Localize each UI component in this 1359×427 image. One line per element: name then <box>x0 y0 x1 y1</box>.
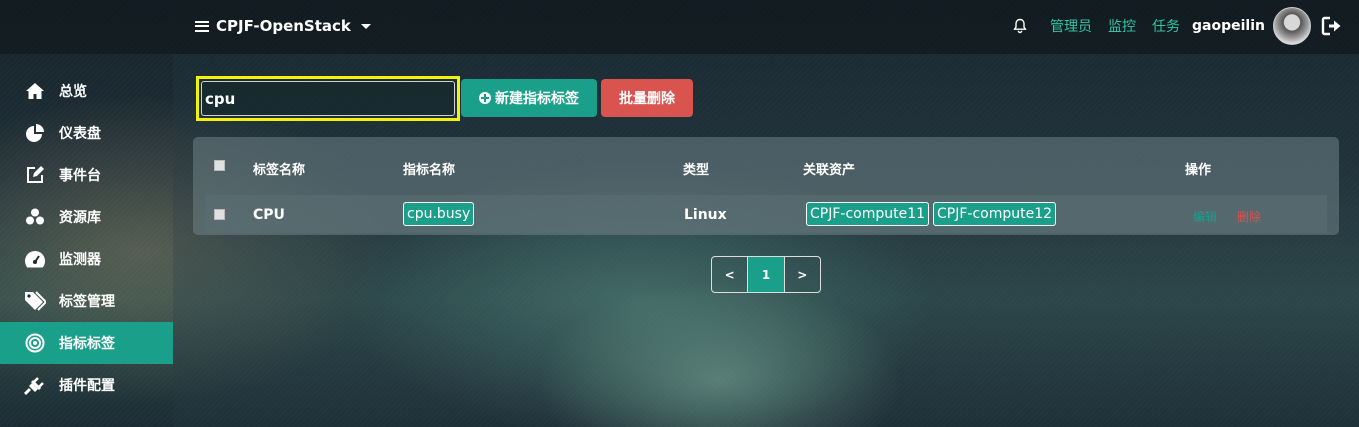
search-input[interactable] <box>201 81 455 116</box>
batch-delete-button[interactable]: 批量删除 <box>601 79 693 117</box>
home-icon <box>24 81 46 101</box>
sidebar-item-label: 监测器 <box>59 252 101 268</box>
project-switcher[interactable]: CPJF-OpenStack <box>195 16 371 36</box>
new-metric-tag-button[interactable]: 新建指标标签 <box>461 79 597 117</box>
username[interactable]: gaopeilin <box>1192 18 1265 34</box>
table-row <box>205 195 1327 233</box>
cubes-icon <box>24 207 46 227</box>
sidebar-item-label: 资源库 <box>59 210 101 226</box>
sidebar-item-monitors[interactable]: 监测器 <box>0 238 173 280</box>
edit-icon <box>24 165 46 185</box>
sidebar-item-label: 标签管理 <box>59 294 115 310</box>
asset-tag[interactable]: CPJF-compute12 <box>933 202 1057 226</box>
sidebar-item-tag-management[interactable]: 标签管理 <box>0 280 173 322</box>
new-button-label: 新建指标标签 <box>495 91 579 107</box>
sidebar-item-label: 总览 <box>59 84 87 100</box>
metric-tag-table: 标签名称 指标名称 类型 关联资产 操作 CPU cpu.busy Linux … <box>193 137 1339 235</box>
sidebar-item-label: 指标标签 <box>59 336 115 352</box>
sidebar-item-overview[interactable]: 总览 <box>0 70 173 112</box>
caret-down-icon <box>360 23 371 29</box>
cell-tag-name: CPU <box>253 207 285 223</box>
sidebar-item-dashboard[interactable]: 仪表盘 <box>0 112 173 154</box>
select-all-checkbox[interactable] <box>214 160 225 171</box>
list-icon <box>195 20 209 32</box>
delete-link[interactable]: 删除 <box>1237 208 1261 225</box>
top-navbar: CPJF-OpenStack 管理员 监控 任务 gaopeilin <box>0 0 1359 54</box>
admin-link[interactable]: 管理员 <box>1050 16 1092 36</box>
sidebar-item-plugins[interactable]: 插件配置 <box>0 364 173 406</box>
column-header-metric: 指标名称 <box>403 163 456 178</box>
pie-chart-icon <box>24 123 46 143</box>
sidebar-item-metric-tags[interactable]: 指标标签 <box>0 322 173 364</box>
bullseye-icon <box>24 333 46 353</box>
sidebar-item-label: 事件台 <box>59 168 101 184</box>
plus-circle-icon <box>479 92 491 104</box>
row-checkbox[interactable] <box>214 209 225 220</box>
cell-type: Linux <box>684 207 727 223</box>
column-header-tag-name: 标签名称 <box>253 163 306 178</box>
pagination-prev-button[interactable]: < <box>712 257 749 292</box>
tasks-link[interactable]: 任务 <box>1152 16 1180 36</box>
bell-icon[interactable] <box>1012 18 1028 34</box>
tags-icon <box>24 291 46 311</box>
logout-icon[interactable] <box>1321 16 1343 36</box>
avatar[interactable] <box>1273 7 1311 45</box>
column-header-assets: 关联资产 <box>803 163 856 178</box>
pagination-page-button[interactable]: 1 <box>748 257 785 292</box>
sidebar-item-label: 仪表盘 <box>59 126 101 142</box>
dashboard-icon <box>24 249 46 269</box>
search-highlight <box>196 76 460 121</box>
sidebar: 总览 仪表盘 事件台 资源库 监测器 标签管理 指标标签 插件配置 <box>0 70 173 406</box>
metric-tag[interactable]: cpu.busy <box>403 202 475 226</box>
project-name: CPJF-OpenStack <box>216 17 351 35</box>
sidebar-item-events[interactable]: 事件台 <box>0 154 173 196</box>
monitor-link[interactable]: 监控 <box>1108 16 1136 36</box>
asset-tag[interactable]: CPJF-compute11 <box>806 202 930 226</box>
column-header-type: 类型 <box>683 163 710 178</box>
sidebar-item-label: 插件配置 <box>59 378 115 394</box>
column-header-actions: 操作 <box>1185 163 1212 178</box>
pagination-next-button[interactable]: > <box>785 257 820 292</box>
sidebar-item-resources[interactable]: 资源库 <box>0 196 173 238</box>
pagination: < 1 > <box>711 256 821 293</box>
edit-link[interactable]: 编辑 <box>1193 208 1217 225</box>
batch-delete-label: 批量删除 <box>619 91 675 107</box>
plug-icon <box>24 375 46 395</box>
